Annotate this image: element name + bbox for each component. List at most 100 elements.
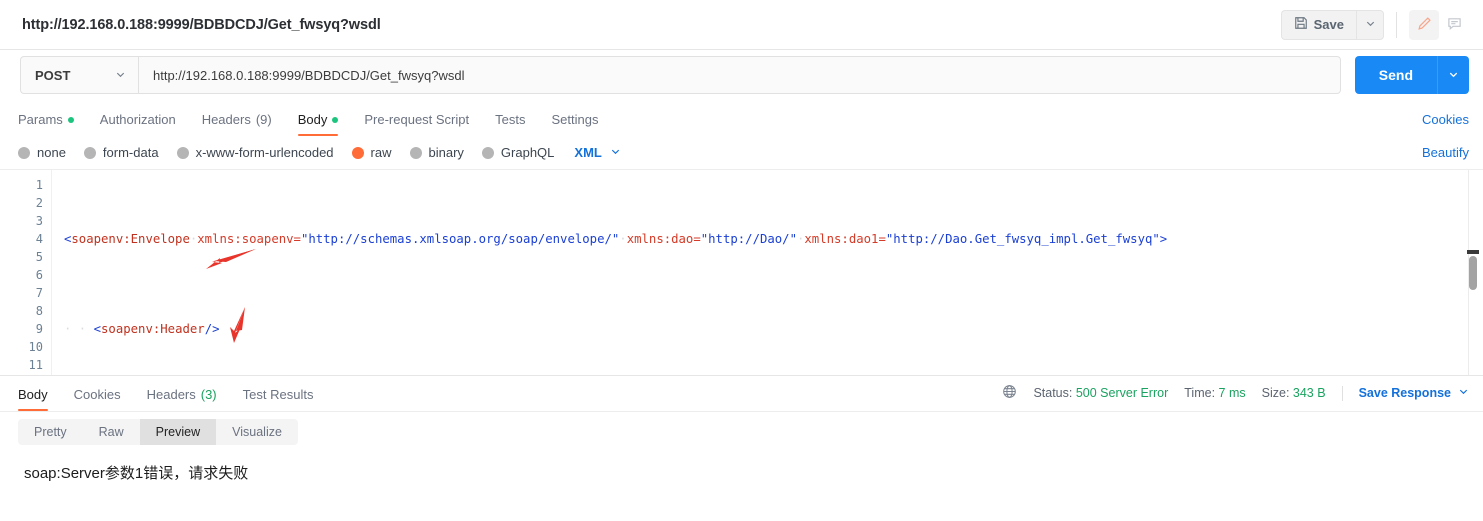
subtab-raw[interactable]: Raw: [83, 419, 140, 445]
line-number: 7: [35, 286, 43, 300]
size-value: 343 B: [1292, 386, 1326, 400]
line-number: 8: [35, 304, 43, 318]
chevron-down-icon: [610, 145, 621, 160]
body-language-select[interactable]: XML: [574, 145, 620, 160]
comments-button[interactable]: [1439, 10, 1469, 40]
subtab-preview[interactable]: Preview: [139, 419, 217, 445]
status-badge: Status: 500 Server Error: [1033, 386, 1168, 400]
line1-val3: "http://Dao.Get_fwsyq_impl.Get_fwsyq": [885, 232, 1160, 246]
tab-headers[interactable]: Headers (9): [189, 112, 285, 136]
save-response-label: Save Response: [1358, 386, 1451, 400]
tab-pre-request-script-label: Pre-request Script: [364, 112, 470, 127]
tab-authorization-label: Authorization: [99, 112, 176, 127]
request-body-editor[interactable]: 1 2 3 4 5 6 7 8 9 10 11 <soapenv:Envelop…: [0, 170, 1483, 376]
body-type-form-data[interactable]: form-data: [83, 145, 159, 160]
body-type-form-data-label: form-data: [102, 145, 159, 160]
body-type-graphql-label: GraphQL: [500, 145, 555, 160]
line-number: 1: [35, 178, 43, 192]
chevron-down-icon: [1365, 17, 1376, 32]
response-tab-headers-count: (3): [200, 387, 217, 402]
tab-body-label: Body: [297, 112, 328, 127]
response-tab-body[interactable]: Body: [18, 387, 61, 411]
url-input-value: http://192.168.0.188:9999/BDBDCDJ/Get_fw…: [153, 67, 465, 83]
body-type-none-label: none: [37, 145, 66, 160]
url-input[interactable]: http://192.168.0.188:9999/BDBDCDJ/Get_fw…: [138, 56, 1341, 94]
http-method-select[interactable]: POST: [20, 56, 138, 94]
tab-pre-request-script[interactable]: Pre-request Script: [351, 112, 482, 136]
tab-settings-label: Settings: [551, 112, 599, 127]
body-type-binary[interactable]: binary: [409, 145, 464, 160]
floppy-disk-icon: [1294, 16, 1308, 33]
pencil-icon: [1417, 16, 1432, 34]
save-options-button[interactable]: [1356, 9, 1384, 40]
body-type-row: none form-data x-www-form-urlencoded raw…: [0, 136, 1483, 170]
send-button[interactable]: Send: [1354, 56, 1437, 94]
response-body-preview: soap:Server参数1错误，请求失败: [24, 465, 249, 482]
chevron-down-icon: [115, 68, 126, 83]
body-type-urlencoded[interactable]: x-www-form-urlencoded: [176, 145, 334, 160]
tab-params[interactable]: Params: [18, 112, 87, 136]
radio-selected-icon: [351, 146, 364, 159]
postman-window: http://192.168.0.188:9999/BDBDCDJ/Get_fw…: [0, 0, 1483, 521]
beautify-link[interactable]: Beautify: [1422, 145, 1469, 160]
radio-icon: [176, 146, 189, 159]
radio-icon: [83, 146, 96, 159]
body-type-urlencoded-label: x-www-form-urlencoded: [195, 145, 334, 160]
radio-icon: [18, 146, 30, 159]
body-language-value: XML: [574, 145, 602, 160]
response-tab-headers[interactable]: Headers (3): [134, 387, 230, 411]
time-badge: Time: 7 ms: [1184, 386, 1245, 400]
body-type-raw-label: raw: [370, 145, 392, 160]
http-method-value: POST: [35, 67, 71, 83]
radio-icon: [409, 146, 422, 159]
save-button[interactable]: Save: [1280, 9, 1356, 40]
response-tab-body-label: Body: [18, 387, 48, 402]
time-value: 7 ms: [1218, 386, 1246, 400]
response-tab-test-results-label: Test Results: [242, 387, 314, 402]
request-tabs: Params Authorization Headers (9) Body Pr…: [0, 100, 1483, 136]
send-button-group: Send: [1354, 56, 1469, 94]
tab-tests[interactable]: Tests: [482, 112, 538, 136]
response-tab-test-results[interactable]: Test Results: [230, 387, 327, 411]
subtab-pretty[interactable]: Pretty: [18, 419, 83, 445]
response-tab-cookies[interactable]: Cookies: [61, 387, 134, 411]
line-number: 6: [35, 268, 43, 282]
tab-params-label: Params: [18, 112, 63, 127]
tab-authorization[interactable]: Authorization: [87, 112, 189, 136]
chevron-down-icon: [1448, 68, 1459, 83]
edit-request-button[interactable]: [1409, 9, 1439, 40]
tab-settings[interactable]: Settings: [538, 112, 611, 136]
tab-body[interactable]: Body: [285, 112, 352, 136]
line-number: 9: [35, 322, 43, 336]
line2-tag: soapenv:Header: [101, 322, 205, 336]
body-type-none[interactable]: none: [18, 145, 66, 160]
editor-line-numbers: 1 2 3 4 5 6 7 8 9 10 11: [0, 170, 52, 375]
line1-attr1: xmlns:soapenv: [197, 232, 294, 246]
body-type-raw[interactable]: raw: [351, 145, 392, 160]
save-button-group: Save: [1280, 9, 1384, 40]
line1-attr2: xmlns:dao: [626, 232, 694, 246]
editor-vertical-scrollbar[interactable]: [1469, 256, 1477, 290]
radio-icon: [481, 146, 494, 159]
code-line-2: · · <soapenv:Header/>: [64, 322, 220, 336]
comment-icon: [1447, 16, 1462, 34]
url-bar: POST http://192.168.0.188:9999/BDBDCDJ/G…: [0, 50, 1483, 100]
send-options-button[interactable]: [1437, 56, 1469, 94]
line-number: 3: [35, 214, 43, 228]
save-response-button[interactable]: Save Response: [1359, 386, 1469, 400]
line-number: 5: [35, 250, 43, 264]
line-number: 4: [35, 232, 43, 246]
subtab-visualize[interactable]: Visualize: [216, 419, 298, 445]
request-name-bar: http://192.168.0.188:9999/BDBDCDJ/Get_fw…: [0, 0, 1483, 50]
body-type-graphql[interactable]: GraphQL: [481, 145, 555, 160]
response-view-subtabs-row: Pretty Raw Preview Visualize: [0, 412, 1483, 452]
size-badge: Size: 343 B: [1262, 386, 1326, 400]
chevron-down-icon: [1458, 386, 1469, 400]
line-number: 11: [28, 358, 43, 372]
cookies-link[interactable]: Cookies: [1422, 112, 1469, 136]
editor-code-area[interactable]: <soapenv:Envelope·xmlns:soapenv="http://…: [52, 170, 1483, 375]
time-label: Time:: [1184, 386, 1216, 400]
status-label: Status:: [1033, 386, 1073, 400]
line1-tag: soapenv:Envelope: [71, 232, 190, 246]
tab-headers-count: (9): [255, 112, 272, 127]
